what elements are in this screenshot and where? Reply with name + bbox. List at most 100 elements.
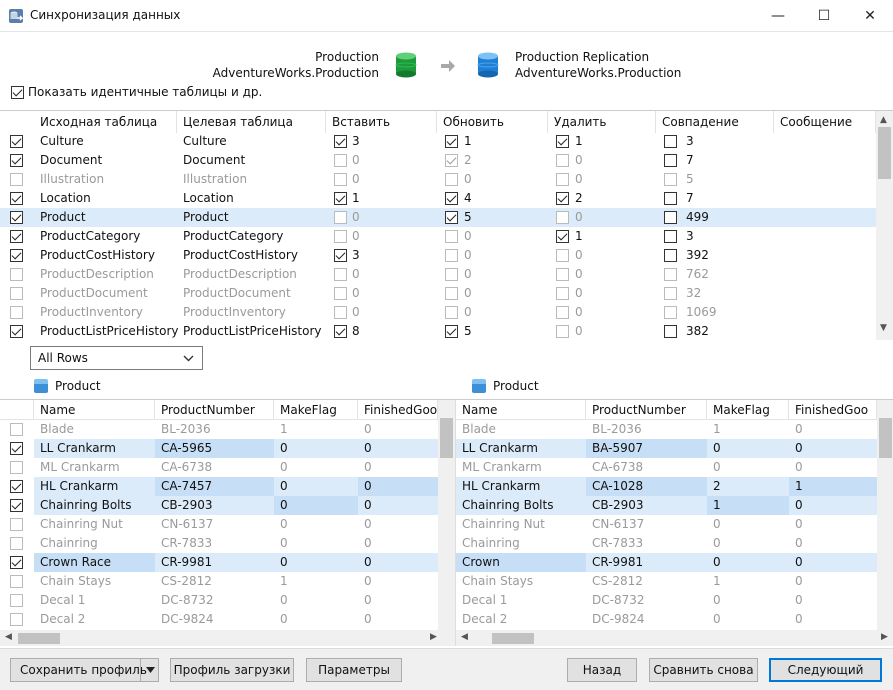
table-row[interactable]: ProductDescription ProductDescription 0 0 0 7… — [0, 265, 877, 284]
include-table-checkbox[interactable] — [10, 192, 23, 205]
header-finished-goods[interactable]: FinishedGoo — [789, 400, 877, 420]
maximize-button[interactable]: ☐ — [801, 0, 847, 31]
insert-checkbox[interactable] — [334, 287, 347, 300]
include-table-checkbox[interactable] — [10, 211, 23, 224]
header-target-table[interactable]: Целевая таблица — [177, 111, 326, 133]
match-checkbox[interactable] — [664, 173, 677, 186]
match-checkbox[interactable] — [664, 268, 677, 281]
match-checkbox[interactable] — [664, 135, 677, 148]
data-row[interactable]: HL Crankarm CA-1028 2 1 — [456, 477, 877, 496]
delete-checkbox[interactable] — [556, 306, 569, 319]
tables-vertical-scrollbar[interactable]: ▲ ▼ — [876, 111, 893, 340]
insert-checkbox[interactable] — [334, 154, 347, 167]
update-checkbox[interactable] — [445, 287, 458, 300]
row-include-checkbox[interactable] — [10, 499, 23, 512]
data-row[interactable]: Chain Stays CS-2812 1 0 — [456, 572, 877, 591]
scroll-right-icon[interactable]: ▶ — [430, 632, 437, 642]
match-checkbox[interactable] — [664, 192, 677, 205]
row-include-checkbox[interactable] — [10, 613, 23, 626]
delete-checkbox[interactable] — [556, 135, 569, 148]
compare-again-button[interactable]: Сравнить снова — [649, 658, 758, 682]
row-include-checkbox[interactable] — [10, 575, 23, 588]
row-include-checkbox[interactable] — [10, 423, 23, 436]
delete-checkbox[interactable] — [556, 230, 569, 243]
delete-checkbox[interactable] — [556, 287, 569, 300]
insert-checkbox[interactable] — [334, 211, 347, 224]
next-button[interactable]: Следующий — [769, 658, 882, 682]
match-checkbox[interactable] — [664, 211, 677, 224]
target-hscroll-thumb[interactable] — [492, 633, 534, 644]
match-checkbox[interactable] — [664, 230, 677, 243]
source-scroll-thumb[interactable] — [440, 418, 453, 458]
data-row[interactable]: Chainring CR-7833 0 0 — [0, 534, 438, 553]
data-row[interactable]: Chain Stays CS-2812 1 0 — [0, 572, 438, 591]
header-update[interactable]: Обновить — [437, 111, 548, 133]
insert-checkbox[interactable] — [334, 230, 347, 243]
insert-checkbox[interactable] — [334, 306, 347, 319]
row-include-checkbox[interactable] — [10, 442, 23, 455]
update-checkbox[interactable] — [445, 211, 458, 224]
header-product-number[interactable]: ProductNumber — [586, 400, 707, 420]
delete-checkbox[interactable] — [556, 154, 569, 167]
include-table-checkbox[interactable] — [10, 268, 23, 281]
header-delete[interactable]: Удалить — [548, 111, 656, 133]
header-finished-goods[interactable]: FinishedGoo — [358, 400, 438, 420]
header-make-flag[interactable]: MakeFlag — [707, 400, 789, 420]
data-row[interactable]: Decal 2 DC-9824 0 0 — [456, 610, 877, 629]
header-match[interactable]: Совпадение — [656, 111, 774, 133]
include-table-checkbox[interactable] — [10, 154, 23, 167]
scroll-left-icon[interactable]: ◀ — [461, 632, 468, 642]
data-row[interactable]: Decal 1 DC-8732 0 0 — [0, 591, 438, 610]
header-product-number[interactable]: ProductNumber — [155, 400, 274, 420]
update-checkbox[interactable] — [445, 154, 458, 167]
delete-checkbox[interactable] — [556, 268, 569, 281]
source-vertical-scrollbar[interactable] — [438, 400, 455, 630]
row-include-checkbox[interactable] — [10, 461, 23, 474]
table-row[interactable]: Illustration Illustration 0 0 0 5 — [0, 170, 877, 189]
dropdown-arrow-icon[interactable] — [146, 667, 155, 673]
include-table-checkbox[interactable] — [10, 135, 23, 148]
data-row[interactable]: Chainring Bolts CB-2903 0 0 — [0, 496, 438, 515]
insert-checkbox[interactable] — [334, 192, 347, 205]
row-include-checkbox[interactable] — [10, 556, 23, 569]
match-checkbox[interactable] — [664, 306, 677, 319]
include-table-checkbox[interactable] — [10, 306, 23, 319]
update-checkbox[interactable] — [445, 325, 458, 338]
close-button[interactable]: ✕ — [847, 0, 893, 31]
load-profile-button[interactable]: Профиль загрузки — [170, 658, 294, 682]
data-row[interactable]: Chainring CR-7833 0 0 — [456, 534, 877, 553]
header-source-table[interactable]: Исходная таблица — [34, 111, 177, 133]
include-table-checkbox[interactable] — [10, 287, 23, 300]
data-row[interactable]: Crown CR-9981 0 0 — [456, 553, 877, 572]
header-message[interactable]: Сообщение — [774, 111, 876, 133]
include-table-checkbox[interactable] — [10, 230, 23, 243]
data-row[interactable]: LL Crankarm CA-5965 0 0 — [0, 439, 438, 458]
parameters-button[interactable]: Параметры — [306, 658, 402, 682]
data-row[interactable]: ML Crankarm CA-6738 0 0 — [456, 458, 877, 477]
table-row[interactable]: Culture Culture 3 1 1 3 — [0, 132, 877, 151]
table-row[interactable]: Document Document 0 2 0 7 — [0, 151, 877, 170]
match-checkbox[interactable] — [664, 287, 677, 300]
table-row[interactable]: Location Location 1 4 2 7 — [0, 189, 877, 208]
data-row[interactable]: Decal 2 DC-9824 0 0 — [0, 610, 438, 629]
insert-checkbox[interactable] — [334, 173, 347, 186]
update-checkbox[interactable] — [445, 306, 458, 319]
data-row[interactable]: Blade BL-2036 1 0 — [0, 420, 438, 439]
row-include-checkbox[interactable] — [10, 594, 23, 607]
table-row[interactable]: ProductDocument ProductDocument 0 0 0 32 — [0, 284, 877, 303]
update-checkbox[interactable] — [445, 249, 458, 262]
data-row[interactable]: Chainring Nut CN-6137 0 0 — [0, 515, 438, 534]
update-checkbox[interactable] — [445, 192, 458, 205]
rows-filter-dropdown[interactable]: All Rows — [30, 346, 203, 370]
update-checkbox[interactable] — [445, 268, 458, 281]
show-identical-option[interactable]: Показать идентичные таблицы и др. — [11, 85, 262, 99]
table-row[interactable]: ProductCostHistory ProductCostHistory 3 0 0 3… — [0, 246, 877, 265]
data-row[interactable]: Chainring Nut CN-6137 0 0 — [456, 515, 877, 534]
table-row[interactable]: ProductCategory ProductCategory 0 0 1 3 — [0, 227, 877, 246]
tables-scroll-thumb[interactable] — [878, 127, 891, 179]
target-vertical-scrollbar[interactable] — [877, 400, 893, 630]
minimize-button[interactable]: — — [755, 0, 801, 31]
scroll-right-icon[interactable]: ▶ — [881, 632, 888, 642]
include-table-checkbox[interactable] — [10, 325, 23, 338]
data-row[interactable]: ML Crankarm CA-6738 0 0 — [0, 458, 438, 477]
